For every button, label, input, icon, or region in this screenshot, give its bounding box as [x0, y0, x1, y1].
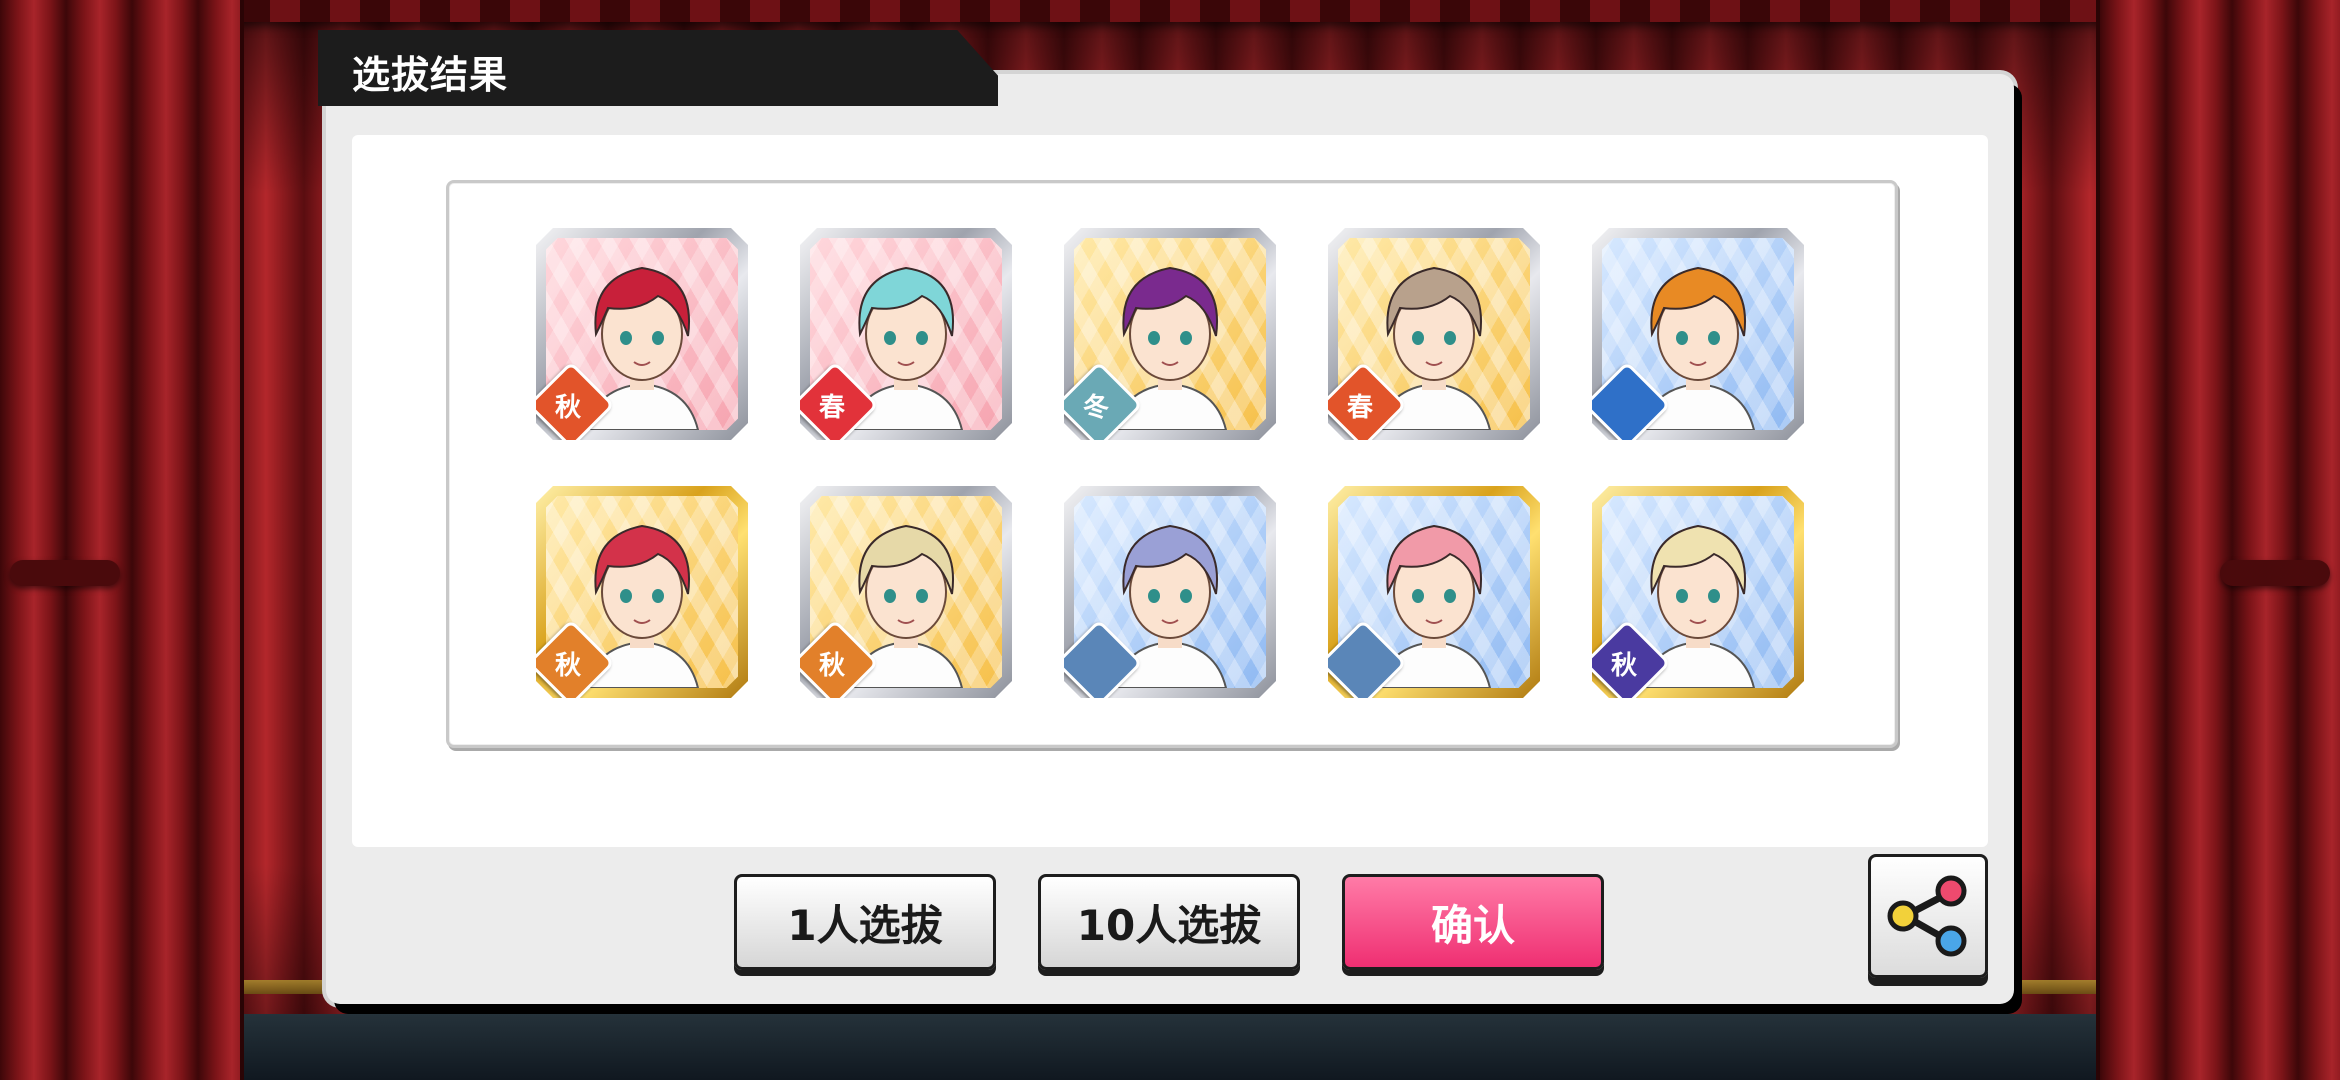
character-card[interactable]: 秋 — [536, 228, 748, 440]
season-badge-label: 冬 — [1082, 393, 1109, 423]
right-curtain-tieback — [2220, 560, 2330, 586]
character-card[interactable]: 春 — [800, 228, 1012, 440]
season-badge-label — [1596, 380, 1652, 436]
season-badge-label — [1332, 638, 1388, 694]
season-badge-label: 春 — [818, 393, 845, 423]
character-card[interactable]: 冬 — [1064, 228, 1276, 440]
season-badge-label: 秋 — [818, 651, 845, 681]
left-curtain-tieback — [10, 560, 120, 586]
season-badge-label: 春 — [1346, 393, 1373, 423]
curtain-valance — [0, 0, 2340, 22]
character-card[interactable]: 秋 — [1592, 486, 1804, 698]
character-card[interactable] — [1064, 486, 1276, 698]
confirm-button[interactable]: 确认 — [1342, 874, 1604, 970]
season-badge-label: 秋 — [554, 393, 581, 423]
character-card[interactable] — [1328, 486, 1540, 698]
left-curtain — [0, 0, 244, 1080]
single-scout-label: 1人选拔 — [787, 900, 943, 950]
character-card[interactable] — [1592, 228, 1804, 440]
ten-scout-button[interactable]: 10人选拔 — [1038, 874, 1300, 970]
right-curtain — [2096, 0, 2340, 1080]
share-icon — [1887, 875, 1967, 957]
stage-floor — [0, 1014, 2340, 1080]
confirm-label: 确认 — [1430, 900, 1515, 950]
single-scout-button[interactable]: 1人选拔 — [734, 874, 996, 970]
character-card[interactable]: 春 — [1328, 228, 1540, 440]
character-card[interactable]: 秋 — [536, 486, 748, 698]
dialog-title: 选拔结果 — [352, 53, 509, 97]
character-card[interactable]: 秋 — [800, 486, 1012, 698]
share-button[interactable] — [1868, 854, 1988, 978]
season-badge-label: 秋 — [554, 651, 581, 681]
season-badge-label: 秋 — [1610, 651, 1637, 681]
season-badge-label — [1068, 638, 1124, 694]
ten-scout-label: 10人选拔 — [1076, 900, 1262, 950]
